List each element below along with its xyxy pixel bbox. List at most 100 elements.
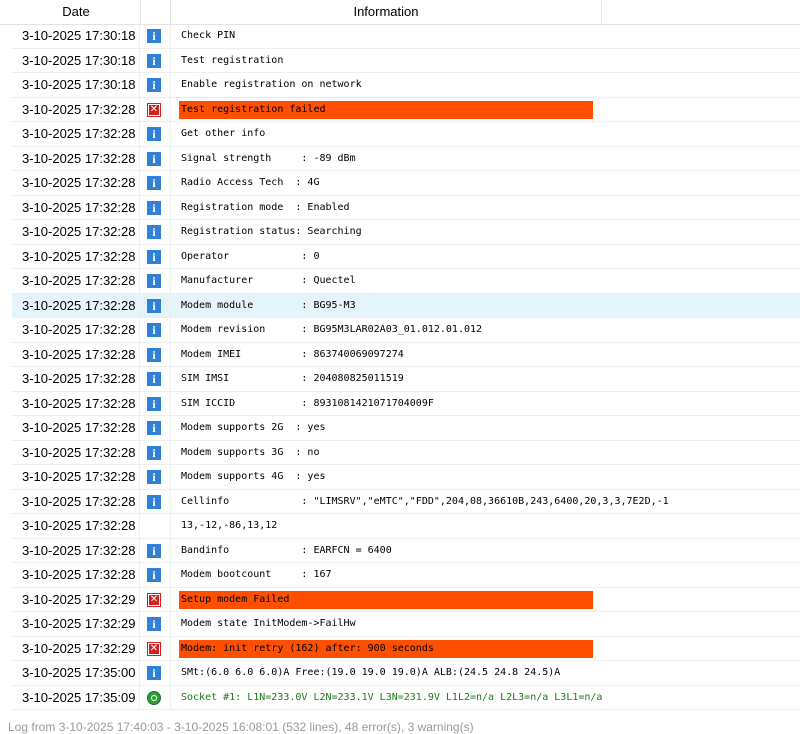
info-icon: i — [147, 372, 161, 386]
log-date: 3-10-2025 17:32:29 — [12, 612, 140, 636]
column-header-information[interactable]: Information — [171, 0, 602, 24]
log-date-text: 3-10-2025 17:32:28 — [22, 224, 136, 239]
log-row[interactable]: 3-10-2025 17:32:28 i Modem module : BG95-M… — [12, 293, 800, 318]
log-date-text: 3-10-2025 17:32:29 — [22, 616, 136, 631]
column-header-icon[interactable] — [140, 0, 171, 24]
grid-header: Date Information — [0, 0, 800, 25]
log-rows: 3-10-2025 17:30:18 i Check PIN 3-10-2025 17… — [12, 24, 800, 710]
log-row[interactable]: 3-10-2025 17:32:28 i Modem IMEI : 86374006… — [12, 342, 800, 367]
log-row[interactable]: 3-10-2025 17:32:28 Test registration fail… — [12, 97, 800, 122]
info-icon: i — [147, 53, 161, 68]
log-row[interactable]: 3-10-2025 17:32:28 i Manufacturer : Quecte… — [12, 269, 800, 294]
log-date: 3-10-2025 17:32:28 — [12, 514, 140, 538]
log-message: Enable registration on network — [171, 73, 800, 97]
log-message: Test registration failed — [171, 98, 800, 122]
log-icon-cell: i — [140, 146, 171, 171]
log-date-text: 3-10-2025 17:32:28 — [22, 493, 136, 509]
log-date-text: 3-10-2025 17:32:28 — [22, 444, 136, 460]
log-icon-cell: i — [140, 538, 171, 563]
log-row[interactable]: 3-10-2025 17:32:28 i Modem supports 4G : y… — [12, 465, 800, 490]
log-message: Modem revision : BG95M3LAR02A03_01.012.0… — [171, 318, 800, 342]
log-row[interactable]: 3-10-2025 17:32:28 i Modem supports 3G : n… — [12, 440, 800, 465]
log-row[interactable]: 3-10-2025 17:32:28 i Signal strength : -89… — [12, 146, 800, 171]
log-message-text: Modem bootcount : 167 — [181, 569, 332, 580]
info-icon: i — [147, 274, 161, 288]
log-message-text: Radio Access Tech : 4G — [181, 177, 320, 188]
log-icon-cell: i — [140, 48, 171, 73]
log-icon-cell: i — [140, 416, 171, 440]
info-icon: i — [147, 543, 161, 558]
log-icon-cell: i — [140, 391, 171, 416]
log-date-text: 3-10-2025 17:35:09 — [22, 689, 136, 705]
log-message-text: Check PIN — [181, 30, 236, 41]
log-message-text: Modem supports 3G : no — [181, 446, 320, 458]
log-row[interactable]: 3-10-2025 17:32:28 i Radio Access Tech : 4… — [12, 171, 800, 196]
log-icon-cell: i — [140, 73, 171, 97]
log-icon-cell: i — [140, 318, 171, 342]
log-row[interactable]: 3-10-2025 17:32:28 i Cellinfo : "LIMSRV","… — [12, 489, 800, 514]
log-row[interactable]: 3-10-2025 17:32:28 i Bandinfo : EARFCN = 6… — [12, 538, 800, 563]
info-icon: i — [147, 421, 161, 435]
log-message-text: Modem supports 2G : yes — [181, 422, 326, 433]
log-date: 3-10-2025 17:32:28 — [12, 416, 140, 440]
log-message: Get other info — [171, 122, 800, 146]
log-row[interactable]: 3-10-2025 17:32:28 i Modem bootcount : 167 — [12, 563, 800, 588]
log-date: 3-10-2025 17:32:28 — [12, 563, 140, 587]
log-row[interactable]: 3-10-2025 17:30:18 i Enable registration o… — [12, 73, 800, 98]
log-message: Modem module : BG95-M3 — [171, 294, 800, 318]
log-row[interactable]: 3-10-2025 17:35:09 Socket #1: L1N=233.0V … — [12, 685, 800, 710]
log-row[interactable]: 3-10-2025 17:32:29 Modem: init retry (162… — [12, 636, 800, 661]
log-icon-cell: i — [140, 563, 171, 587]
log-row[interactable]: 3-10-2025 17:32:28 i SIM IMSI : 2040808250… — [12, 367, 800, 392]
log-row[interactable]: 3-10-2025 17:32:28 i Registration mode : E… — [12, 195, 800, 220]
log-message: Manufacturer : Quectel — [171, 269, 800, 293]
log-message-text: Operator : 0 — [181, 250, 320, 262]
log-icon-cell: i — [140, 465, 171, 489]
log-icon-cell: i — [140, 367, 171, 391]
log-date: 3-10-2025 17:32:29 — [12, 587, 140, 612]
column-header-date[interactable]: Date — [12, 0, 141, 24]
log-date-text: 3-10-2025 17:32:28 — [22, 248, 136, 264]
info-icon: i — [147, 29, 161, 43]
log-message-text: Setup modem Failed — [179, 590, 593, 609]
log-message: SMt:(6.0 6.0 6.0)A Free:(19.0 19.0 19.0)… — [171, 661, 800, 685]
log-row[interactable]: 3-10-2025 17:32:28 i Modem supports 2G : y… — [12, 416, 800, 441]
info-icon: i — [147, 666, 161, 680]
log-icon-cell: i — [140, 244, 171, 269]
log-icon-cell: i — [140, 269, 171, 293]
log-row[interactable]: 3-10-2025 17:35:00 i SMt:(6.0 6.0 6.0)A Fr… — [12, 661, 800, 686]
log-message-text: Registration status: Searching — [181, 226, 362, 237]
log-row[interactable]: 3-10-2025 17:32:28 i Registration status: … — [12, 220, 800, 245]
log-date-text: 3-10-2025 17:32:28 — [22, 126, 136, 141]
log-date: 3-10-2025 17:32:28 — [12, 318, 140, 342]
log-icon-cell — [140, 636, 171, 661]
log-message-text: Manufacturer : Quectel — [181, 275, 356, 286]
log-message-text: SIM ICCID : 8931081421071704009F — [181, 397, 434, 409]
log-message-text: Modem revision : BG95M3LAR02A03_01.012.0… — [181, 324, 483, 335]
log-message: Modem supports 2G : yes — [171, 416, 800, 440]
log-date-text: 3-10-2025 17:32:28 — [22, 395, 136, 411]
log-row[interactable]: 3-10-2025 17:32:28 13,-12,-86,13,12 — [12, 514, 800, 539]
log-icon-cell: i — [140, 122, 171, 146]
info-icon: i — [147, 78, 161, 92]
log-row[interactable]: 3-10-2025 17:30:18 i Check PIN — [12, 24, 800, 49]
log-date-text: 3-10-2025 17:32:28 — [22, 322, 136, 337]
log-row[interactable]: 3-10-2025 17:32:29 i Modem state InitModem… — [12, 612, 800, 637]
log-row[interactable]: 3-10-2025 17:30:18 i Test registration — [12, 48, 800, 73]
log-message: Registration mode : Enabled — [171, 196, 800, 220]
log-message: 13,-12,-86,13,12 — [171, 514, 800, 538]
log-date: 3-10-2025 17:32:28 — [12, 489, 140, 514]
log-message: Operator : 0 — [171, 245, 800, 269]
info-icon: i — [147, 298, 161, 313]
log-row[interactable]: 3-10-2025 17:32:28 i Operator : 0 — [12, 244, 800, 269]
log-date: 3-10-2025 17:32:28 — [12, 293, 140, 318]
log-date-text: 3-10-2025 17:32:29 — [22, 640, 136, 656]
log-message-text: Cellinfo : "LIMSRV","eMTC","FDD",204,08,… — [181, 495, 669, 507]
log-date: 3-10-2025 17:32:28 — [12, 342, 140, 367]
log-row[interactable]: 3-10-2025 17:32:29 Setup modem Failed — [12, 587, 800, 612]
log-row[interactable]: 3-10-2025 17:32:28 i Get other info — [12, 122, 800, 147]
log-message: Setup modem Failed — [171, 588, 800, 612]
log-row[interactable]: 3-10-2025 17:32:28 i Modem revision : BG95… — [12, 318, 800, 343]
log-row[interactable]: 3-10-2025 17:32:28 i SIM ICCID : 893108142… — [12, 391, 800, 416]
log-message-text: Test registration — [181, 54, 284, 66]
